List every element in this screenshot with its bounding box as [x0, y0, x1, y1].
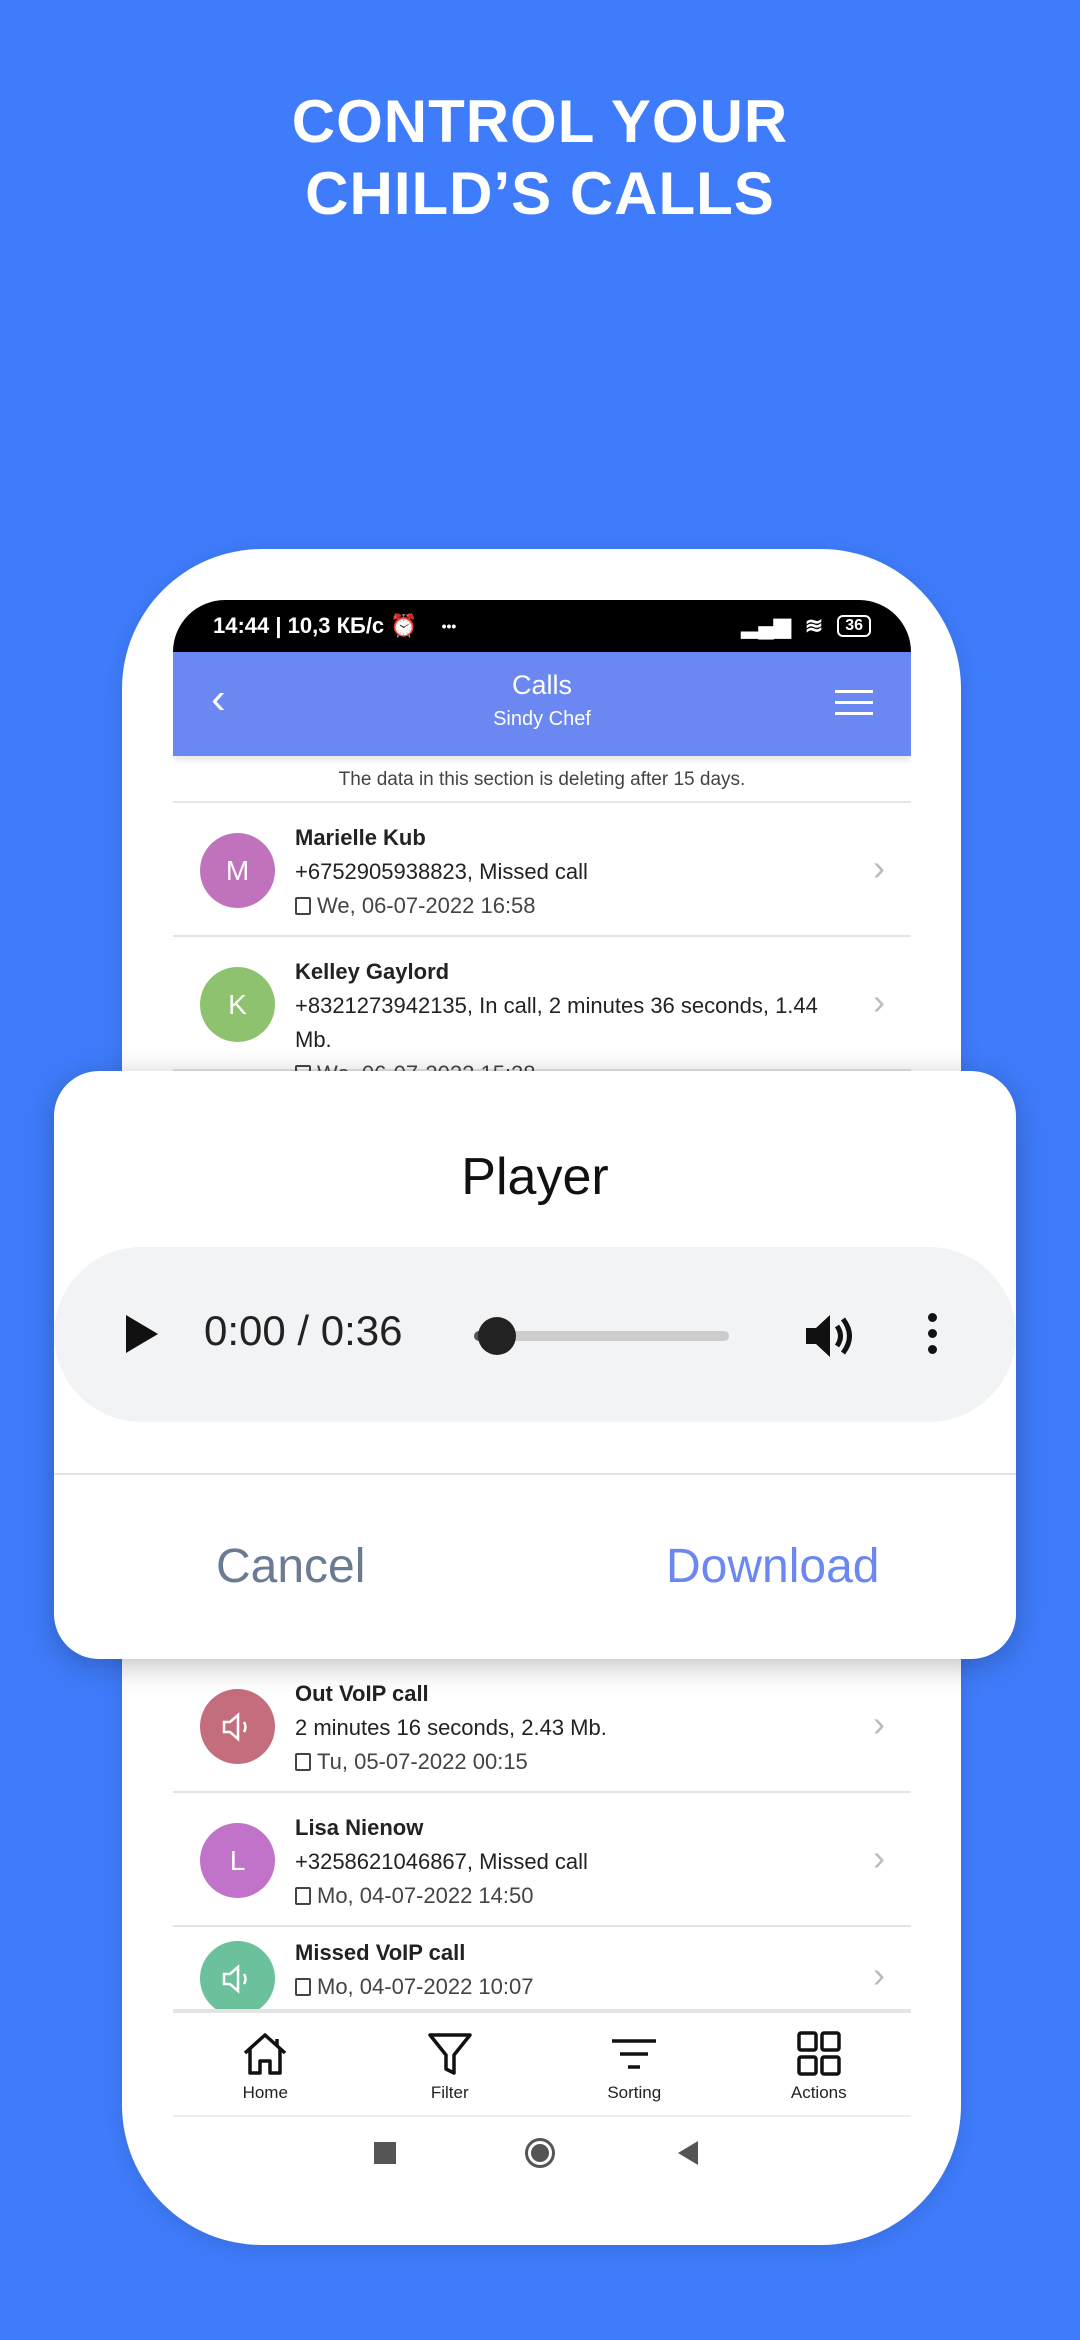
call-title: Kelley Gaylord: [295, 959, 450, 984]
avatar-initial: M: [225, 854, 250, 886]
call-title: Marielle Kub: [295, 825, 426, 850]
retention-notice: The data in this section is deleting aft…: [173, 756, 911, 803]
call-info: Marielle Kub +6752905938823, Missed call…: [295, 821, 855, 923]
calendar-icon: [295, 1978, 311, 1996]
calendar-icon: [295, 897, 311, 915]
headline: CONTROL YOUR CHILD’S CALLS: [0, 86, 1080, 230]
nav-actions[interactable]: Actions: [727, 2013, 912, 2115]
calendar-icon: [295, 1753, 311, 1771]
speaker-icon: [200, 1941, 275, 2009]
recents-button[interactable]: [374, 2142, 396, 2164]
status-text: 14:44 | 10,3 КБ/с: [213, 613, 385, 638]
grid-icon: [797, 2031, 841, 2076]
chevron-right-icon[interactable]: ›: [873, 1837, 885, 1879]
avatar: K: [200, 967, 275, 1042]
chevron-right-icon[interactable]: ›: [873, 1954, 885, 1996]
call-info: Out VoIP call 2 minutes 16 seconds, 2.43…: [295, 1677, 855, 1779]
avatar: L: [200, 1823, 275, 1898]
speaker-icon: [200, 1689, 275, 1764]
status-bar: 14:44 | 10,3 КБ/с ⏰ ••• ▂▄▆ ≋ 36: [173, 600, 911, 652]
home-icon: [244, 2033, 287, 2075]
audio-player: 0:00 / 0:36: [54, 1247, 1016, 1422]
call-detail: +6752905938823, Missed call: [295, 859, 588, 884]
back-button[interactable]: [678, 2141, 698, 2165]
headline-line-2: CHILD’S CALLS: [305, 160, 775, 227]
dialog-title: Player: [461, 1148, 609, 1206]
chevron-right-icon[interactable]: ›: [873, 981, 885, 1023]
player-dialog: Player 0:00 / 0:36 Cancel Download: [54, 1071, 1016, 1659]
call-info: Missed VoIP call Mo, 04-07-2022 10:07: [295, 1936, 855, 2004]
play-icon[interactable]: [126, 1315, 158, 1353]
call-info: Lisa Nienow +3258621046867, Missed call …: [295, 1811, 855, 1913]
volume-icon[interactable]: [804, 1311, 858, 1361]
nav-label: Home: [242, 2083, 288, 2102]
page-title: Calls: [511, 670, 572, 700]
call-row[interactable]: M Marielle Kub +6752905938823, Missed ca…: [173, 803, 911, 937]
hamburger-icon[interactable]: [835, 690, 873, 723]
call-detail: +3258621046867, Missed call: [295, 1849, 588, 1874]
chevron-right-icon[interactable]: ›: [873, 847, 885, 889]
sort-icon: [612, 2039, 657, 2069]
nav-home[interactable]: Home: [173, 2013, 358, 2115]
signal-icon: ▂▄▆: [741, 613, 791, 638]
call-detail: +8321273942135, In call, 2 minutes 36 se…: [295, 993, 818, 1052]
call-date: Mo, 04-07-2022 14:50: [317, 1883, 534, 1908]
bottom-nav: Home Filter Sorting Actions: [173, 2011, 911, 2117]
nav-sorting[interactable]: Sorting: [542, 2013, 727, 2115]
chevron-right-icon[interactable]: ›: [873, 1703, 885, 1745]
call-row[interactable]: L Lisa Nienow +3258621046867, Missed cal…: [173, 1793, 911, 1927]
call-date: Tu, 05-07-2022 00:15: [317, 1749, 528, 1774]
divider: [54, 1473, 1016, 1475]
call-date: We, 06-07-2022 16:58: [317, 893, 536, 918]
download-button[interactable]: Download: [666, 1539, 879, 1594]
filter-icon: [428, 2033, 472, 2075]
call-row[interactable]: K Kelley Gaylord +8321273942135, In call…: [173, 937, 911, 1086]
more-dots: •••: [441, 618, 457, 634]
call-date: Mo, 04-07-2022 10:07: [317, 1974, 534, 1999]
home-button[interactable]: [525, 2138, 555, 2168]
avatar: M: [200, 833, 275, 908]
cancel-button[interactable]: Cancel: [216, 1539, 365, 1594]
page-subtitle: Sindy Chef: [493, 708, 591, 730]
more-options-icon[interactable]: [928, 1313, 938, 1354]
call-title: Missed VoIP call: [295, 1940, 466, 1965]
app-bar: ‹ Calls Sindy Chef: [173, 652, 911, 756]
avatar-initial: K: [228, 988, 247, 1020]
avatar-initial: L: [229, 1844, 246, 1876]
call-row[interactable]: Out VoIP call 2 minutes 16 seconds, 2.43…: [173, 1659, 911, 1793]
call-title: Lisa Nienow: [295, 1815, 424, 1840]
alarm-icon: ⏰: [390, 613, 418, 638]
nav-label: Sorting: [607, 2083, 662, 2102]
playback-time: 0:00 / 0:36: [204, 1307, 403, 1354]
slider-thumb[interactable]: [477, 1317, 516, 1355]
nav-label: Filter: [430, 2083, 469, 2102]
call-title: Out VoIP call: [295, 1681, 429, 1706]
wifi-icon: ≋: [804, 613, 824, 638]
battery-icon: 36: [837, 615, 871, 637]
calendar-icon: [295, 1887, 311, 1905]
headline-line-1: CONTROL YOUR: [291, 88, 789, 155]
call-detail: 2 minutes 16 seconds, 2.43 Mb.: [295, 1715, 607, 1740]
nav-label: Actions: [790, 2083, 847, 2102]
nav-filter[interactable]: Filter: [358, 2013, 543, 2115]
android-nav-bar: [173, 2118, 911, 2180]
call-row[interactable]: Missed VoIP call Mo, 04-07-2022 10:07 ›: [173, 1926, 911, 2011]
